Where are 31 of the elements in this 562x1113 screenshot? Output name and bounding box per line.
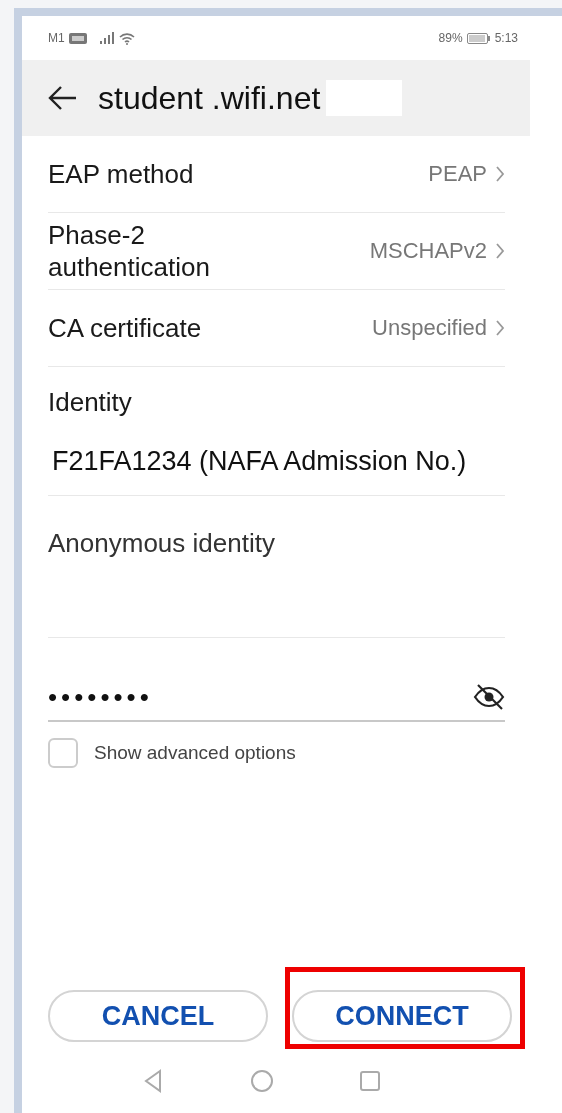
setting-label: Phase-2 authentication	[48, 219, 211, 283]
back-arrow-icon[interactable]	[48, 85, 78, 111]
setting-label: EAP method	[48, 158, 194, 190]
battery-percent: 89%	[438, 31, 463, 45]
checkbox-label: Show advanced options	[94, 742, 296, 764]
chevron-right-icon	[495, 319, 505, 337]
setting-value: PEAP	[428, 161, 487, 187]
setting-label: CA certificate	[48, 312, 202, 344]
setting-row[interactable]: EAP method PEAP	[48, 136, 505, 213]
wifi-icon	[118, 31, 135, 45]
clock-time: 5:13	[494, 31, 518, 45]
cancel-button[interactable]: CANCEL	[48, 990, 268, 1042]
chevron-right-icon	[495, 165, 505, 183]
network-title: student .wifi.net	[98, 79, 321, 117]
chevron-right-icon	[495, 242, 505, 260]
setting-row[interactable]: Phase-2 authentication MSCHAPv2	[48, 213, 505, 290]
connect-button[interactable]: CONNECT	[292, 990, 512, 1042]
setting-row[interactable]: CA certificate Unspecified	[48, 290, 505, 367]
identity-field[interactable]: F21FA1234 (NAFA Admission No.)	[52, 446, 522, 477]
carrier-name: M1	[48, 31, 65, 45]
anonymous-identity-field[interactable]: Anonymous identity	[48, 528, 505, 559]
eye-slash-icon[interactable]	[473, 683, 505, 711]
checkbox[interactable]	[48, 738, 78, 768]
setting-value: Unspecified	[372, 315, 487, 341]
password-field[interactable]: ••••••••	[48, 681, 153, 713]
setting-value: MSCHAPv2	[369, 238, 487, 264]
signal-icon	[98, 32, 115, 44]
sim-icon	[68, 32, 87, 44]
home-icon[interactable]	[248, 1067, 276, 1095]
battery-icon	[466, 32, 491, 44]
identity-label: Identity	[48, 387, 133, 418]
